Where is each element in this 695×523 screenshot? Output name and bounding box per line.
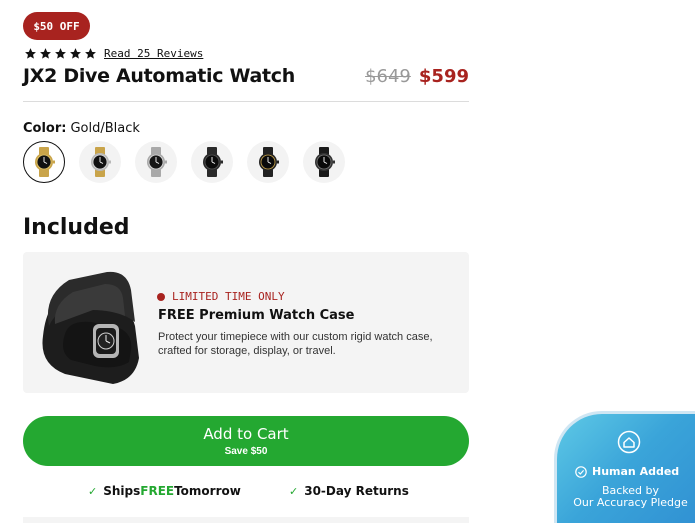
promo-description: Protect your timepiece with our custom r…: [158, 331, 433, 357]
divider: [23, 101, 469, 102]
returns-text: 30-Day Returns: [304, 484, 409, 498]
add-to-cart-button[interactable]: Add to Cart Save $50: [23, 416, 469, 466]
color-swatch-gold-black[interactable]: [23, 141, 65, 183]
shipping-perk: ✓ Ships FREE Tomorrow: [88, 484, 241, 498]
promo-title: FREE Premium Watch Case: [158, 308, 355, 323]
color-label: Color: Gold/Black: [23, 121, 140, 136]
watch-thumbnail-icon: [143, 147, 169, 177]
checkmark-icon: ✓: [88, 484, 98, 498]
checkmark-icon: ✓: [289, 484, 299, 498]
star-icon: [54, 47, 67, 60]
product-title: JX2 Dive Automatic Watch: [23, 65, 295, 87]
color-label-key: Color:: [23, 121, 67, 136]
watch-thumbnail-icon: [87, 147, 113, 177]
original-price: $649: [365, 66, 411, 87]
color-swatch-list: [23, 141, 345, 183]
status-dot-icon: [157, 292, 165, 301]
watch-case-promo-card: LIMITED TIME ONLY FREE Premium Watch Cas…: [23, 252, 469, 393]
discount-badge: $50 OFF: [23, 12, 90, 40]
star-icon: [84, 47, 97, 60]
pledge-line-2: Our Accuracy Pledge: [573, 496, 688, 509]
returns-perk: ✓ 30-Day Returns: [289, 484, 409, 498]
star-icon: [39, 47, 52, 60]
star-icon: [24, 47, 37, 60]
color-swatch-two-tone[interactable]: [79, 141, 121, 183]
watch-thumbnail-icon: [199, 147, 225, 177]
watch-thumbnail-icon: [311, 147, 337, 177]
sale-price: $599: [418, 66, 469, 87]
price-row: $649 $599: [365, 66, 469, 87]
star-icon: [69, 47, 82, 60]
shipping-text-pre: Ships: [103, 484, 141, 498]
pledge-title-text: Human Added: [592, 465, 680, 478]
pledge-title: Human Added: [575, 465, 679, 478]
shipping-text-post: Tomorrow: [174, 484, 241, 498]
color-swatch-silver-black[interactable]: [135, 141, 177, 183]
rating-row: Read 25 Reviews: [24, 47, 203, 60]
watch-thumbnail-icon: [31, 147, 57, 177]
add-to-cart-savings: Save $50: [224, 446, 268, 457]
watch-case-image: [35, 266, 147, 384]
accuracy-pledge-badge[interactable]: Human Added Backed by Our Accuracy Pledg…: [554, 411, 695, 523]
read-reviews-link[interactable]: Read 25 Reviews: [104, 47, 203, 60]
home-shield-icon: [617, 430, 641, 454]
watch-thumbnail-icon: [255, 147, 281, 177]
included-heading: Included: [23, 215, 130, 240]
check-circle-icon: [575, 465, 587, 478]
limited-time-tag: LIMITED TIME ONLY: [157, 290, 285, 303]
color-selected-value: Gold/Black: [70, 121, 140, 136]
shipping-free-text: FREE: [140, 484, 175, 498]
color-swatch-black-rubber[interactable]: [303, 141, 345, 183]
limited-time-label: LIMITED TIME ONLY: [172, 290, 285, 303]
add-to-cart-label: Add to Cart: [203, 425, 289, 443]
color-swatch-black-gold[interactable]: [247, 141, 289, 183]
star-rating: [24, 47, 97, 60]
next-section-edge: [23, 517, 469, 523]
color-swatch-all-black[interactable]: [191, 141, 233, 183]
